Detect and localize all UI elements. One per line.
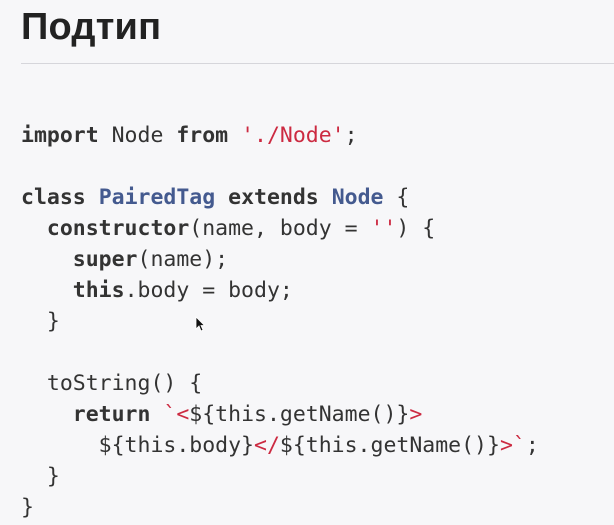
code-token-str: '' <box>370 216 397 241</box>
mouse-pointer-icon <box>195 316 205 332</box>
code-token-kw: super <box>72 247 138 272</box>
code-token-kw: this <box>72 278 125 303</box>
code-token-plain: ; <box>525 433 539 458</box>
code-token-plain: ${this.getName()} <box>189 402 410 427</box>
code-token-kw: import <box>21 123 99 148</box>
code-token-plain: { <box>383 185 410 210</box>
code-token-str: </ <box>254 433 280 458</box>
code-token-kw: extends <box>228 185 319 210</box>
code-line: constructor(name, body = '') { <box>21 213 539 244</box>
code-token-class: Node <box>331 185 384 210</box>
code-line: ${this.body}</${this.getName()}>`; <box>21 430 539 461</box>
code-token-str: './Node' <box>241 123 345 148</box>
code-line: } <box>21 492 539 523</box>
page-title: Подтип <box>21 6 162 48</box>
code-token-kw: constructor <box>46 216 190 241</box>
code-token-plain: (name, body = <box>189 216 371 241</box>
code-token-plain: ${this.getName()} <box>279 433 500 458</box>
code-line: return `<${this.getName()}> <box>21 399 539 430</box>
code-token-str: > <box>409 402 423 427</box>
code-token-plain: ; <box>344 123 358 148</box>
code-token-class: PairedTag <box>98 185 216 210</box>
code-token-plain: .body = body; <box>124 278 293 303</box>
code-token-plain: toString() { <box>21 371 203 396</box>
lesson-page: Подтип import Node from './Node'; class … <box>0 0 614 525</box>
code-line: super(name); <box>21 244 539 275</box>
code-token-plain: } <box>21 309 60 334</box>
code-line: } <box>21 306 539 337</box>
code-token-plain: } <box>21 464 60 489</box>
code-token-plain: ) { <box>396 216 436 241</box>
code-token-kw: class <box>21 185 86 210</box>
code-token-kw: from <box>176 123 229 148</box>
code-token-plain: } <box>21 495 34 520</box>
code-token-plain: Node <box>98 123 177 148</box>
code-token-plain: (name); <box>137 247 229 272</box>
code-token-plain: ${this.body} <box>21 433 254 458</box>
code-line: this.body = body; <box>21 275 539 306</box>
code-line: toString() { <box>21 368 539 399</box>
title-divider <box>21 63 614 64</box>
code-token-str: `< <box>163 402 190 427</box>
code-line: } <box>21 461 539 492</box>
code-token-kw: return <box>72 402 151 427</box>
code-token-str: >` <box>499 433 526 458</box>
code-line: import Node from './Node'; <box>21 120 539 151</box>
code-line: class PairedTag extends Node { <box>21 182 539 213</box>
code-block: import Node from './Node'; class PairedT… <box>21 120 539 523</box>
